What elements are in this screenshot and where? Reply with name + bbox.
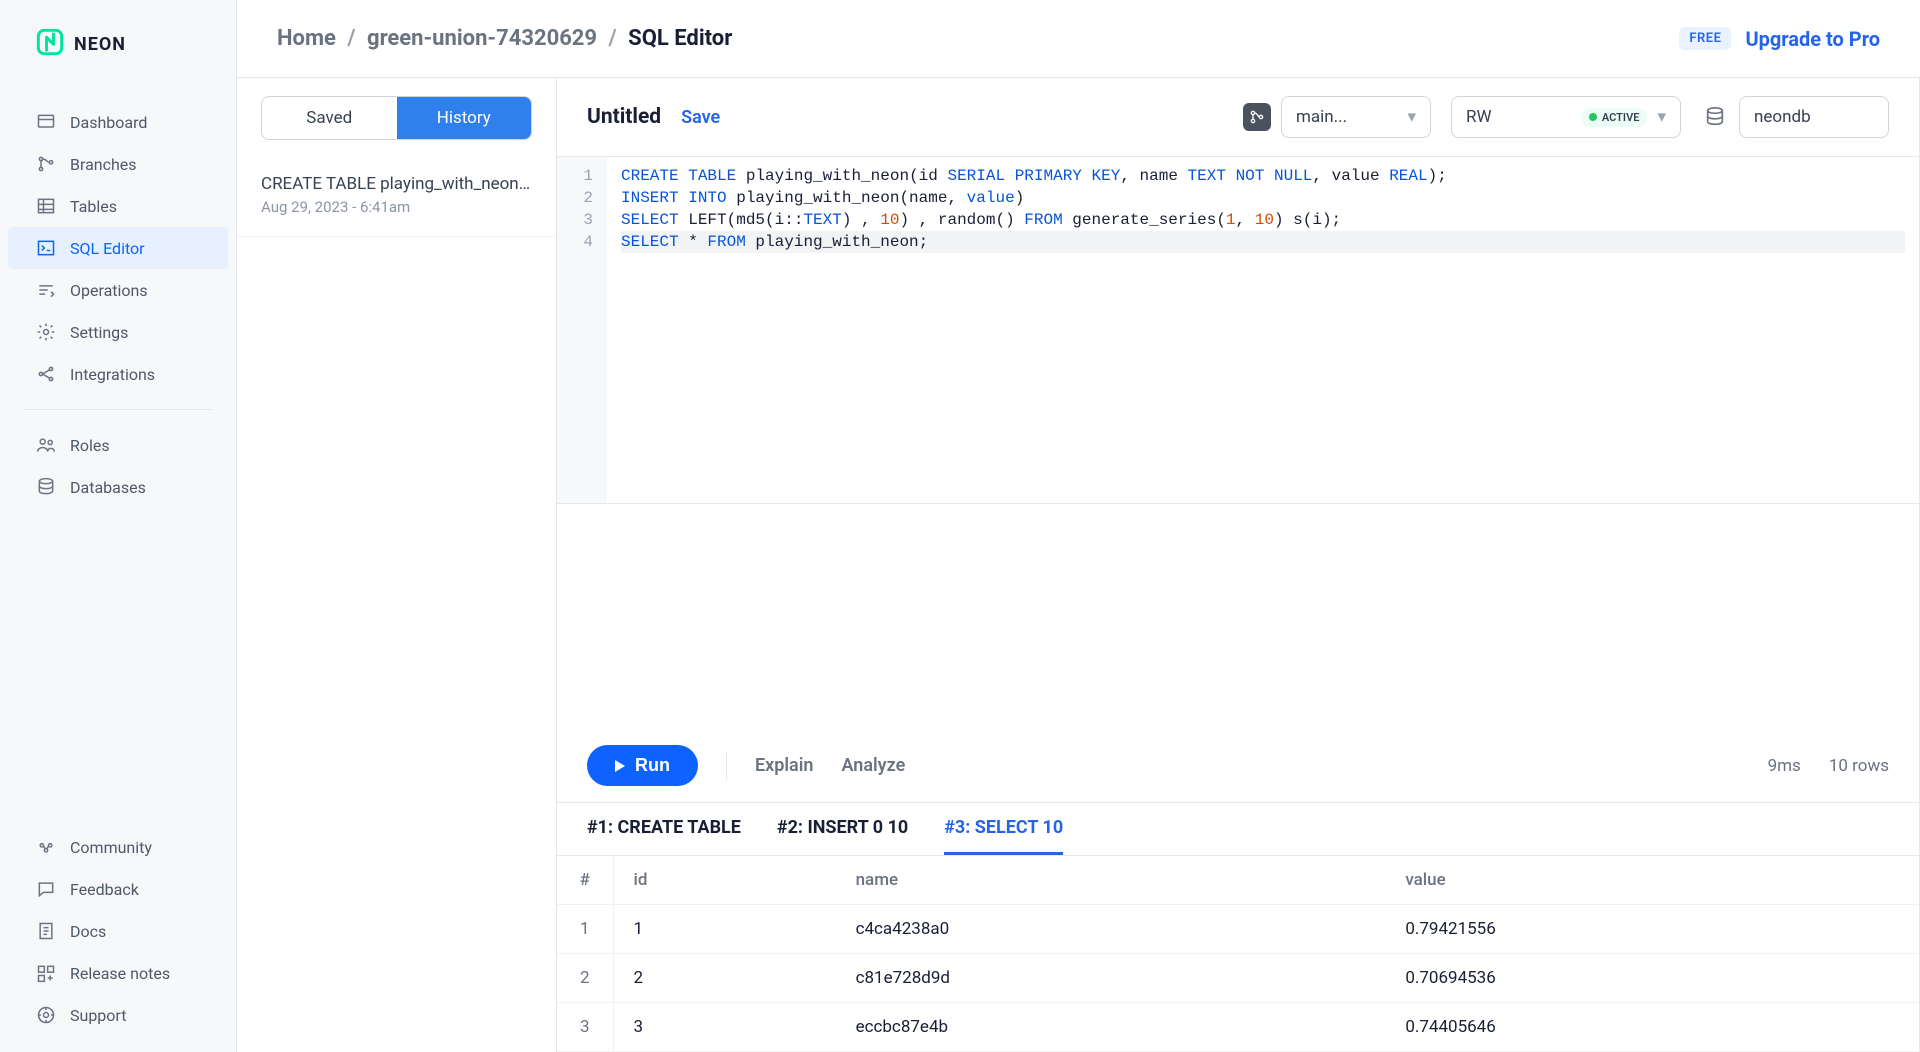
sidebar-item-label: Feedback <box>70 880 139 899</box>
breadcrumb: Home / green-union-74320629 / SQL Editor <box>277 26 732 51</box>
result-tab[interactable]: #3: SELECT 10 <box>944 817 1063 855</box>
table-row[interactable]: 22c81e728d9d0.70694536 <box>557 954 1919 1003</box>
branch-icon <box>1243 103 1271 131</box>
history-item[interactable]: CREATE TABLE playing_with_neon... Aug 29,… <box>237 158 556 237</box>
nav-footer: Community Feedback Docs Release notes Suppor… <box>0 826 236 1036</box>
sidebar-item-docs[interactable]: Docs <box>0 910 236 952</box>
run-toolbar: Run Explain Analyze 9ms 10 rows <box>557 729 1919 803</box>
database-select[interactable]: neondb <box>1739 96 1889 138</box>
dashboard-icon <box>36 112 56 132</box>
table-row[interactable]: 11c4ca4238a00.79421556 <box>557 905 1919 954</box>
play-icon <box>615 760 625 772</box>
sidebar-item-sql-editor[interactable]: SQL Editor <box>8 227 228 269</box>
logo[interactable]: NEON <box>0 28 236 101</box>
database-icon <box>1701 103 1729 131</box>
result-tab[interactable]: #2: INSERT 0 10 <box>777 817 908 855</box>
explain-button[interactable]: Explain <box>755 755 813 776</box>
logo-text: NEON <box>74 34 126 55</box>
sidebar: NEON Dashboard Branches Tables SQL Editor Op… <box>0 0 237 1052</box>
sidebar-item-label: Integrations <box>70 365 155 384</box>
sql-icon <box>36 238 56 258</box>
status-badge: ACTIVE <box>1581 108 1648 127</box>
support-icon <box>36 1005 56 1025</box>
sidebar-item-roles[interactable]: Roles <box>0 424 236 466</box>
nav-main: Dashboard Branches Tables SQL Editor Operati… <box>0 101 236 395</box>
breadcrumb-project[interactable]: green-union-74320629 <box>367 26 597 51</box>
doc-name: Untitled <box>587 105 661 129</box>
roles-icon <box>36 435 56 455</box>
feedback-icon <box>36 879 56 899</box>
community-icon <box>36 837 56 857</box>
branch-select[interactable]: main... ▾ <box>1281 96 1431 138</box>
gutter: 1234 <box>557 157 607 503</box>
gear-icon <box>36 322 56 342</box>
sidebar-item-label: Operations <box>70 281 148 300</box>
sidebar-item-label: Support <box>70 1006 126 1025</box>
history-item-time: Aug 29, 2023 - 6:41am <box>261 198 532 216</box>
editor-toolbar: Untitled Save main... ▾ RW ACTIVE ▾ <box>557 78 1919 157</box>
docs-icon <box>36 921 56 941</box>
history-tabs: Saved History <box>261 96 532 140</box>
sidebar-item-label: Branches <box>70 155 137 174</box>
result-tabs: #1: CREATE TABLE #2: INSERT 0 10 #3: SELEC… <box>557 803 1919 856</box>
editor-area: Untitled Save main... ▾ RW ACTIVE ▾ <box>557 78 1920 1052</box>
sidebar-item-databases[interactable]: Databases <box>0 466 236 508</box>
breadcrumb-current: SQL Editor <box>628 26 732 51</box>
column-header: # <box>557 856 613 905</box>
row-count: 10 rows <box>1829 756 1889 776</box>
save-button[interactable]: Save <box>681 107 720 128</box>
run-button[interactable]: Run <box>587 745 698 786</box>
database-icon <box>36 477 56 497</box>
operations-icon <box>36 280 56 300</box>
history-panel: Saved History CREATE TABLE playing_with_… <box>237 78 557 1052</box>
tab-saved[interactable]: Saved <box>262 97 397 139</box>
release-icon <box>36 963 56 983</box>
code-content[interactable]: CREATE TABLE playing_with_neon(id SERIAL… <box>607 157 1919 503</box>
sidebar-item-community[interactable]: Community <box>0 826 236 868</box>
sidebar-item-operations[interactable]: Operations <box>0 269 236 311</box>
upgrade-link[interactable]: Upgrade to Pro <box>1745 27 1880 51</box>
column-header: value <box>1385 856 1919 905</box>
sidebar-item-label: Databases <box>70 478 146 497</box>
sidebar-item-integrations[interactable]: Integrations <box>0 353 236 395</box>
sidebar-item-label: Docs <box>70 922 106 941</box>
result-table: #idnamevalue11c4ca4238a00.7942155622c81e… <box>557 856 1919 1052</box>
free-badge: FREE <box>1679 27 1731 50</box>
sidebar-item-label: Dashboard <box>70 113 147 132</box>
integrations-icon <box>36 364 56 384</box>
chevron-down-icon: ▾ <box>1407 107 1416 127</box>
sidebar-item-branches[interactable]: Branches <box>0 143 236 185</box>
sidebar-item-label: SQL Editor <box>70 239 145 258</box>
branch-icon <box>36 154 56 174</box>
logo-icon <box>36 28 64 61</box>
sidebar-item-settings[interactable]: Settings <box>0 311 236 353</box>
analyze-button[interactable]: Analyze <box>841 755 905 776</box>
code-editor[interactable]: 1234 CREATE TABLE playing_with_neon(id S… <box>557 157 1919 504</box>
history-item-title: CREATE TABLE playing_with_neon... <box>261 174 532 194</box>
mode-select[interactable]: RW ACTIVE ▾ <box>1451 96 1681 138</box>
table-row[interactable]: 33eccbc87e4b0.74405646 <box>557 1003 1919 1052</box>
breadcrumb-home[interactable]: Home <box>277 26 336 51</box>
sidebar-item-label: Roles <box>70 436 110 455</box>
sidebar-item-label: Release notes <box>70 964 170 983</box>
tab-history[interactable]: History <box>397 97 532 139</box>
sidebar-item-support[interactable]: Support <box>0 994 236 1036</box>
table-icon <box>36 196 56 216</box>
column-header: id <box>613 856 836 905</box>
nav-secondary: Roles Databases <box>0 424 236 508</box>
nav-separator <box>24 409 212 410</box>
sidebar-item-dashboard[interactable]: Dashboard <box>0 101 236 143</box>
sidebar-item-label: Settings <box>70 323 128 342</box>
sidebar-item-label: Tables <box>70 197 117 216</box>
sidebar-item-release-notes[interactable]: Release notes <box>0 952 236 994</box>
sidebar-item-tables[interactable]: Tables <box>0 185 236 227</box>
query-time: 9ms <box>1768 756 1801 776</box>
topbar: Home / green-union-74320629 / SQL Editor… <box>237 0 1920 78</box>
sidebar-item-label: Community <box>70 838 152 857</box>
chevron-down-icon: ▾ <box>1657 107 1666 127</box>
result-tab[interactable]: #1: CREATE TABLE <box>587 817 741 855</box>
column-header: name <box>836 856 1386 905</box>
sidebar-item-feedback[interactable]: Feedback <box>0 868 236 910</box>
